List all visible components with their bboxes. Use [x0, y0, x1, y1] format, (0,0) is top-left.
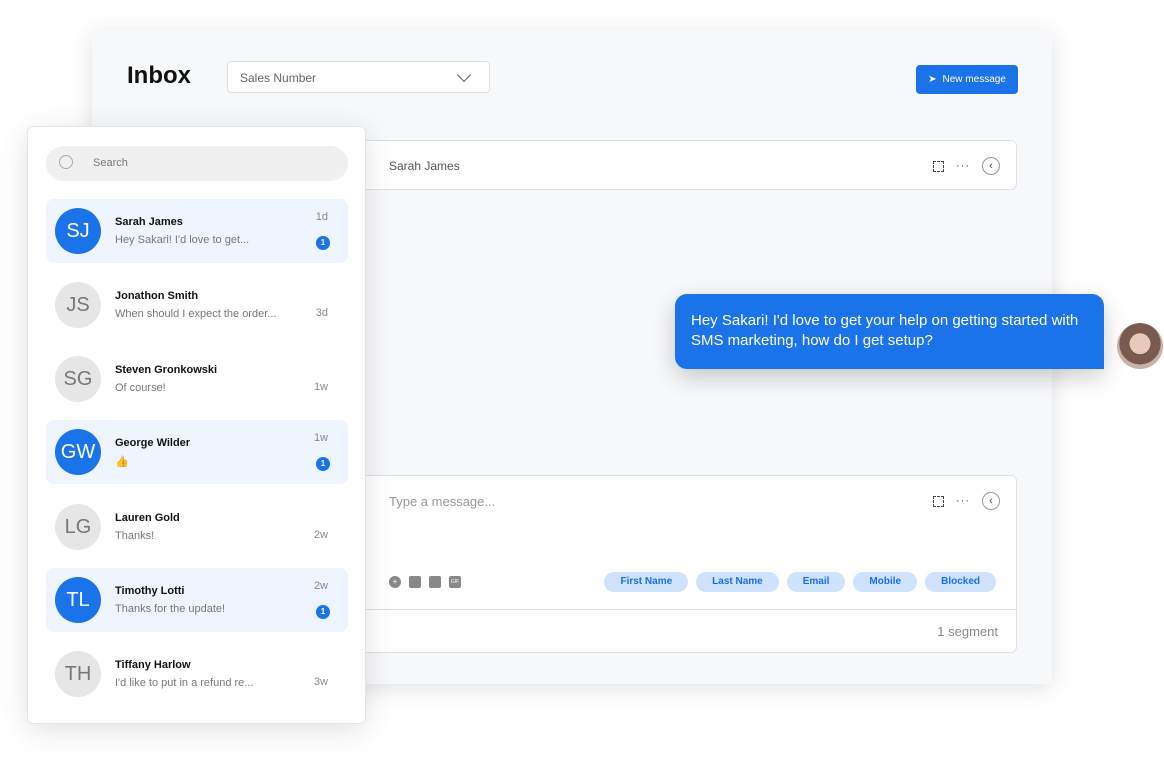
contact-name: Jonathon Smith	[115, 290, 199, 302]
conversation-item[interactable]: JS Jonathon Smith When should I expect t…	[46, 273, 348, 337]
conversation-item[interactable]: LG Lauren Gold Thanks! 2w	[46, 495, 348, 559]
avatar: JS	[55, 282, 101, 328]
conversation-item[interactable]: SJ Sarah James Hey Sakari! I'd love to g…	[46, 199, 348, 263]
timestamp: 2w	[313, 529, 328, 541]
chip-last-name[interactable]: Last Name	[696, 572, 779, 592]
conversation-header: Sarah James ··· ‹	[340, 140, 1017, 190]
new-message-button[interactable]: ➤ New message	[916, 65, 1018, 94]
expand-icon[interactable]	[933, 495, 944, 507]
message-preview: When should I expect the order...	[115, 308, 277, 320]
number-select[interactable]: Sales Number	[227, 61, 490, 93]
select-value: Sales Number	[240, 71, 317, 85]
header-tools: ··· ‹	[933, 157, 1000, 175]
chevron-left-icon[interactable]: ‹	[982, 492, 1000, 510]
timestamp: 3d	[315, 307, 328, 319]
chevron-down-icon	[456, 67, 472, 83]
message-preview: 👍	[115, 456, 129, 468]
message-preview: Thanks for the update!	[115, 603, 226, 615]
message-preview: Of course!	[115, 382, 166, 394]
message-preview: Hey Sakari! I'd love to get...	[115, 234, 250, 246]
conversation-item[interactable]: TL Timothy Lotti Thanks for the update! …	[46, 568, 348, 632]
search-placeholder: Search	[93, 157, 128, 169]
contact-photo-avatar	[1117, 323, 1163, 369]
chip-mobile[interactable]: Mobile	[853, 572, 918, 592]
chevron-left-icon[interactable]: ‹	[982, 157, 1000, 175]
more-icon[interactable]: ···	[956, 495, 970, 507]
composer-tools: ··· ‹	[933, 492, 1000, 510]
more-icon[interactable]: ···	[956, 160, 970, 172]
conversation-item[interactable]: SG Steven Gronkowski Of course! 1w	[46, 347, 348, 411]
timestamp: 1d	[315, 211, 328, 223]
message-preview: I'd like to put in a refund re...	[115, 677, 254, 689]
segment-count: 1 segment	[937, 624, 998, 639]
new-message-label: New message	[942, 74, 1006, 85]
avatar: SJ	[55, 208, 101, 254]
contact-name: Steven Gronkowski	[115, 364, 218, 376]
divider	[341, 609, 1016, 610]
chip-email[interactable]: Email	[786, 572, 846, 592]
add-icon[interactable]: +	[389, 576, 401, 588]
merge-field-chips: First Name Last Name Email Mobile Blocke…	[604, 572, 996, 592]
message-preview: Thanks!	[115, 530, 155, 542]
send-icon: ➤	[928, 74, 937, 85]
image-icon[interactable]	[409, 576, 421, 588]
contact-name: George Wilder	[115, 437, 191, 449]
timestamp: 3w	[313, 676, 328, 688]
gif-icon[interactable]: GIF	[449, 576, 461, 588]
page-title: Inbox	[127, 62, 191, 89]
avatar: TL	[55, 577, 101, 623]
timestamp: 1w	[313, 381, 328, 393]
message-composer: Type a message... ··· ‹ + GIF First Name …	[340, 475, 1017, 653]
unread-badge: 1	[316, 605, 330, 619]
unread-badge: 1	[316, 236, 330, 250]
search-input[interactable]: Search	[46, 146, 348, 181]
avatar: LG	[55, 504, 101, 550]
timestamp: 1w	[313, 432, 328, 444]
avatar: GW	[55, 429, 101, 475]
expand-icon[interactable]	[933, 160, 944, 172]
chip-first-name[interactable]: First Name	[604, 572, 689, 592]
contact-name: Timothy Lotti	[115, 585, 185, 597]
message-bubble: Hey Sakari! I'd love to get your help on…	[675, 294, 1104, 369]
conversation-item[interactable]: TH Tiffany Harlow I'd like to put in a r…	[46, 642, 348, 706]
avatar: TH	[55, 651, 101, 697]
message-input[interactable]: Type a message...	[389, 494, 495, 509]
contact-name: Sarah James	[115, 216, 183, 228]
unread-badge: 1	[316, 457, 330, 471]
chip-blocked[interactable]: Blocked	[925, 572, 996, 592]
contact-name: Tiffany Harlow	[115, 659, 191, 671]
contact-name: Sarah James	[389, 159, 460, 173]
note-icon[interactable]	[429, 576, 441, 588]
avatar: SG	[55, 356, 101, 402]
search-icon	[59, 155, 73, 169]
conversation-list: Search SJ Sarah James Hey Sakari! I'd lo…	[27, 126, 366, 724]
attachment-tools: + GIF	[389, 576, 461, 588]
timestamp: 2w	[313, 580, 328, 592]
contact-name: Lauren Gold	[115, 512, 180, 524]
conversation-item[interactable]: GW George Wilder 👍 1w 1	[46, 420, 348, 484]
